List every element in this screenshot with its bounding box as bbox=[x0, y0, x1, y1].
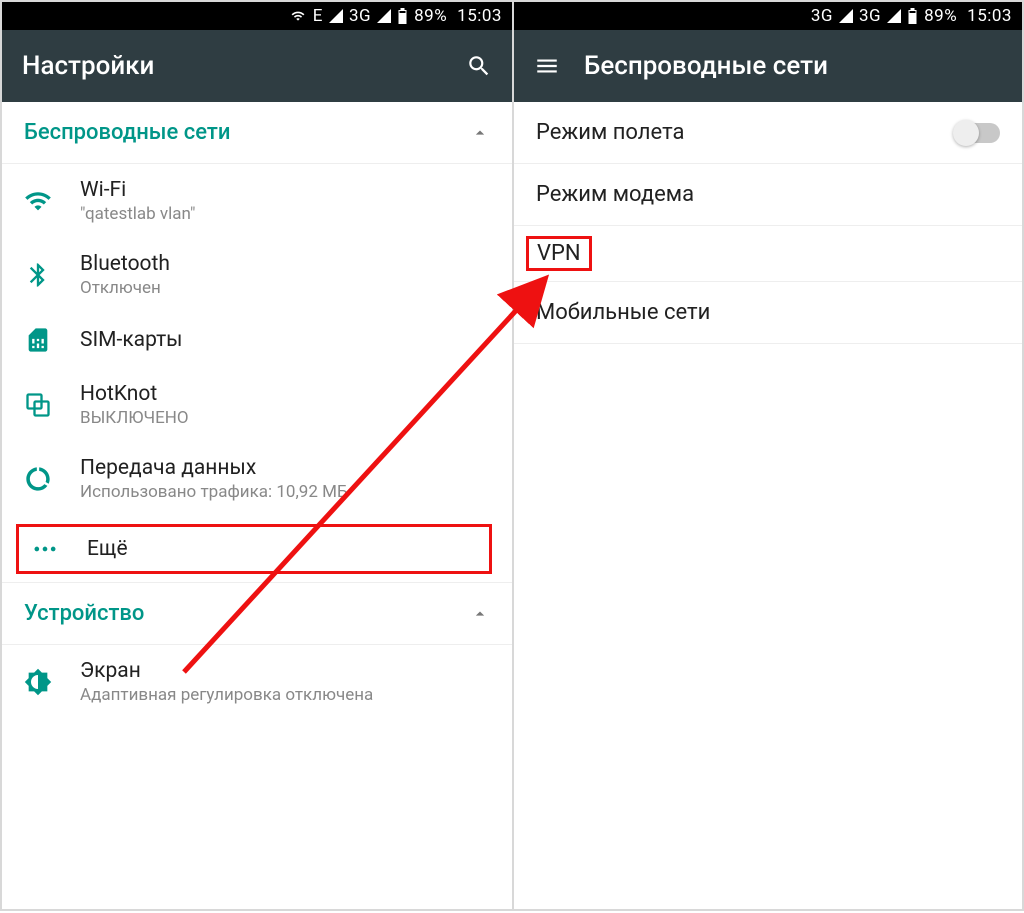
item-sub: ВЫКЛЮЧЕНО bbox=[80, 408, 189, 428]
item-airplane[interactable]: Режим полета bbox=[514, 102, 1022, 164]
item-data-usage[interactable]: Передача данных Использовано трафика: 10… bbox=[2, 442, 512, 516]
appbar-title: Настройки bbox=[22, 51, 154, 81]
status-network2: 3G bbox=[349, 6, 371, 26]
status-time: 15:03 bbox=[457, 6, 502, 26]
item-sim[interactable]: SIM-карты bbox=[2, 312, 512, 368]
item-label: Режим модема bbox=[536, 182, 694, 207]
chevron-up-icon bbox=[470, 604, 490, 624]
item-label: SIM-карты bbox=[80, 328, 182, 352]
battery-icon bbox=[907, 8, 918, 24]
bluetooth-icon bbox=[24, 261, 80, 289]
item-label: Мобильные сети bbox=[536, 300, 710, 325]
item-tethering[interactable]: Режим модема bbox=[514, 164, 1022, 226]
item-label: Экран bbox=[80, 659, 373, 683]
status-network4: 3G bbox=[859, 6, 881, 26]
item-label: Bluetooth bbox=[80, 252, 170, 276]
status-battery: 89% bbox=[414, 6, 447, 26]
section-device[interactable]: Устройство bbox=[2, 582, 512, 645]
status-bar: 3G 3G 89% 15:03 bbox=[514, 2, 1022, 30]
item-bluetooth[interactable]: Bluetooth Отключен bbox=[2, 238, 512, 312]
brightness-icon bbox=[24, 668, 80, 696]
search-icon[interactable] bbox=[466, 53, 492, 79]
item-display[interactable]: Экран Адаптивная регулировка отключена bbox=[2, 645, 512, 719]
item-sub: Адаптивная регулировка отключена bbox=[80, 685, 373, 705]
item-vpn-highlight[interactable]: VPN bbox=[526, 236, 592, 271]
more-icon bbox=[31, 535, 79, 563]
wireless-panel: 3G 3G 89% 15:03 Беспроводные сети Режим … bbox=[512, 2, 1022, 909]
signal-icon bbox=[377, 9, 391, 23]
status-time: 15:03 bbox=[967, 6, 1012, 26]
wifi-icon bbox=[289, 9, 307, 23]
data-usage-icon bbox=[24, 465, 80, 493]
wifi-icon bbox=[24, 187, 80, 215]
chevron-up-icon bbox=[470, 123, 490, 143]
airplane-toggle[interactable] bbox=[954, 123, 1000, 143]
section-label: Устройство bbox=[24, 601, 144, 626]
signal-icon bbox=[887, 9, 901, 23]
settings-panel: E 3G 89% 15:03 Настройки Беспроводные се… bbox=[2, 2, 512, 909]
signal-icon bbox=[839, 9, 853, 23]
status-network1: E bbox=[313, 6, 323, 26]
item-label: Режим полета bbox=[536, 120, 684, 145]
item-sub: Отключен bbox=[80, 278, 170, 298]
section-label: Беспроводные сети bbox=[24, 120, 230, 145]
item-label: Передача данных bbox=[80, 456, 348, 480]
signal-icon bbox=[329, 9, 343, 23]
status-battery: 89% bbox=[924, 6, 957, 26]
item-wifi[interactable]: Wi-Fi "qatestlab vlan" bbox=[2, 164, 512, 238]
section-wireless[interactable]: Беспроводные сети bbox=[2, 102, 512, 164]
item-label: Ещё bbox=[87, 537, 128, 561]
item-label: HotKnot bbox=[80, 382, 189, 406]
item-hotknot[interactable]: HotKnot ВЫКЛЮЧЕНО bbox=[2, 368, 512, 442]
item-more-highlight[interactable]: Ещё bbox=[16, 524, 492, 574]
status-network3: 3G bbox=[811, 6, 833, 26]
hamburger-icon[interactable] bbox=[534, 53, 560, 79]
appbar-title: Беспроводные сети bbox=[584, 51, 828, 81]
item-label: VPN bbox=[537, 241, 581, 266]
status-bar: E 3G 89% 15:03 bbox=[2, 2, 512, 30]
item-mobile-networks[interactable]: Мобильные сети bbox=[514, 282, 1022, 344]
item-sub: "qatestlab vlan" bbox=[80, 204, 196, 224]
item-label: Wi-Fi bbox=[80, 178, 196, 202]
sim-icon bbox=[24, 326, 80, 354]
wireless-appbar: Беспроводные сети bbox=[514, 30, 1022, 102]
settings-appbar: Настройки bbox=[2, 30, 512, 102]
hotknot-icon bbox=[24, 391, 80, 419]
battery-icon bbox=[397, 8, 408, 24]
item-sub: Использовано трафика: 10,92 МБ bbox=[80, 482, 348, 502]
